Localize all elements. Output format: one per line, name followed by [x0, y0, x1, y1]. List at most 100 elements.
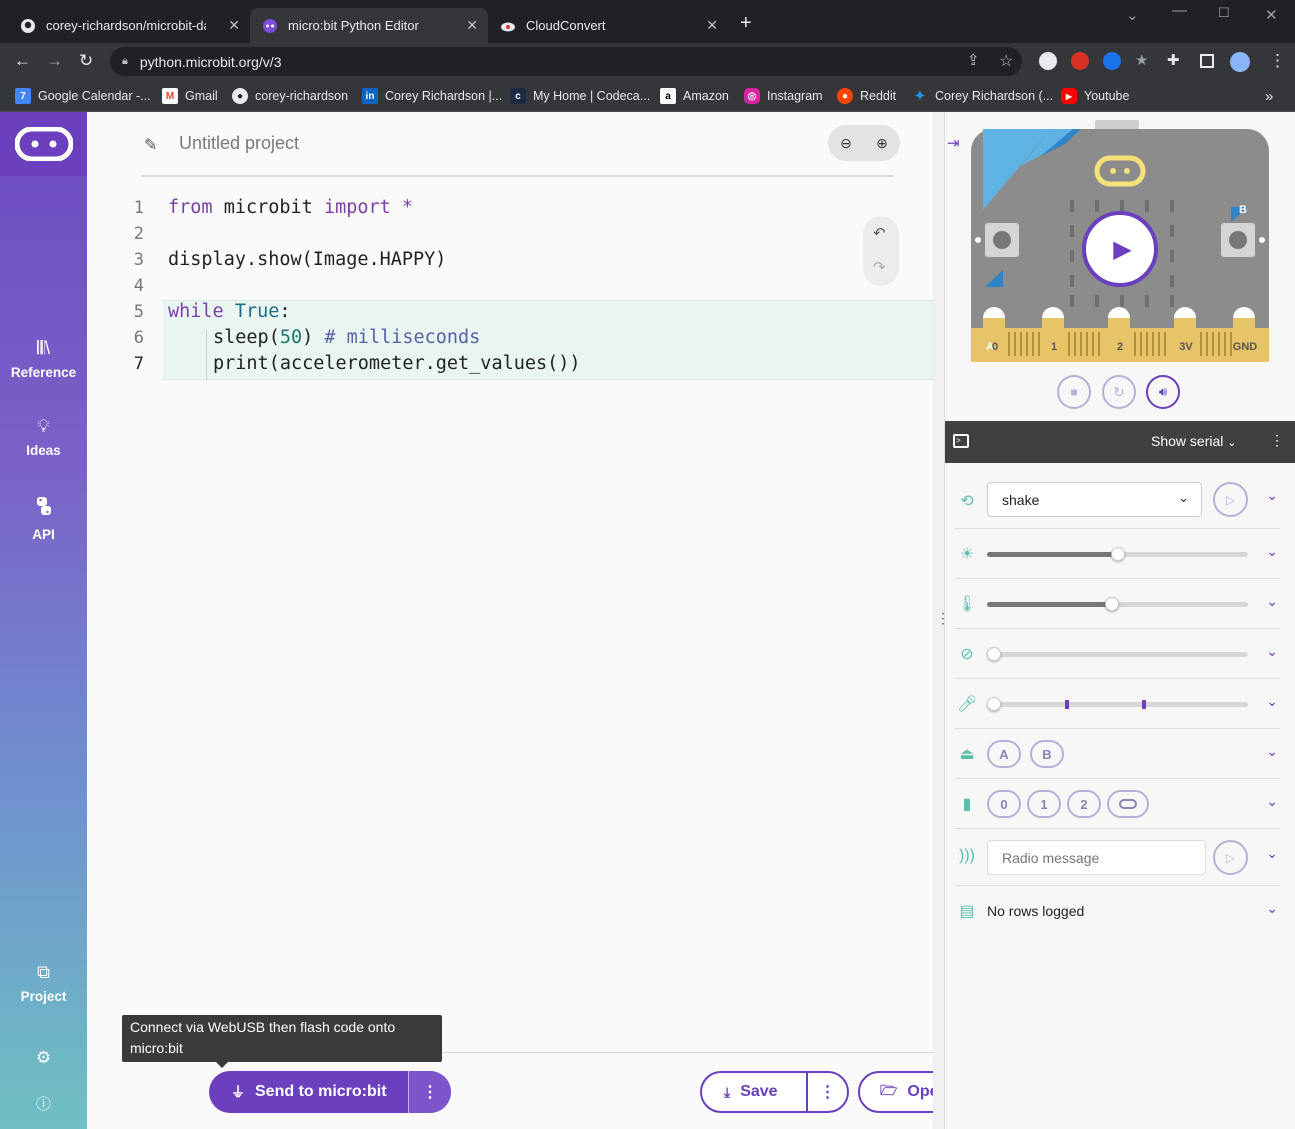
zoom-in-icon[interactable]: ⊕	[876, 135, 888, 152]
compass-slider[interactable]	[987, 647, 1248, 661]
pane-resize-handle[interactable]: ⋮	[933, 112, 950, 1129]
button-a-pill[interactable]: A	[987, 740, 1021, 768]
chevron-down-icon[interactable]: ⌄	[1266, 543, 1278, 560]
show-serial-button[interactable]: Show serial ⌄	[1151, 433, 1236, 449]
logo-touch-pill[interactable]	[1107, 790, 1149, 818]
microbit-logo[interactable]	[0, 112, 87, 176]
temperature-slider[interactable]	[987, 597, 1248, 611]
back-icon[interactable]: ←	[14, 51, 31, 71]
code-line-7[interactable]: print(accelerometer.get_values())	[213, 353, 581, 374]
reset-button[interactable]: ↻	[1102, 375, 1136, 409]
browser-tab-cloudconvert[interactable]: CloudConvert ✕	[488, 8, 728, 43]
browser-tab-github[interactable]: corey-richardson/microbit-data-l ✕	[8, 8, 250, 43]
bookmark-github[interactable]: ● corey-richardson	[232, 85, 348, 107]
sidebar-item-api[interactable]: API	[0, 496, 87, 542]
save-button[interactable]: ⤓ Save ⋮	[700, 1071, 849, 1113]
folder-open-icon: 🗁︎	[880, 1082, 898, 1098]
share-icon[interactable]: ⇪	[967, 51, 980, 69]
button-b-pill[interactable]: B	[1030, 740, 1064, 768]
close-tab-icon[interactable]: ✕	[706, 17, 718, 34]
chevron-down-icon[interactable]: ⌄	[1266, 793, 1278, 810]
radio-message-input[interactable]	[987, 840, 1206, 875]
bookmark-instagram[interactable]: ◎ Instagram	[744, 85, 823, 107]
bookmark-youtube[interactable]: ▶ Youtube	[1061, 85, 1129, 107]
undo-icon[interactable]: ↶	[873, 224, 886, 242]
sound-threshold-high[interactable]	[1142, 700, 1146, 709]
minimize-icon[interactable]: —	[1172, 2, 1187, 19]
bookmark-twitter[interactable]: ✦ Corey Richardson (...	[912, 85, 1054, 107]
more-bookmarks-icon[interactable]: »	[1265, 85, 1273, 107]
code-line-5[interactable]: while True:	[168, 301, 291, 322]
bookmark-linkedin[interactable]: in Corey Richardson |...	[362, 85, 502, 107]
extension-4-icon[interactable]: ★	[1135, 51, 1148, 69]
sound-level-slider[interactable]	[987, 697, 1248, 711]
new-tab-icon[interactable]: +	[740, 12, 752, 35]
extension-1-icon[interactable]	[1039, 52, 1057, 70]
slider-knob[interactable]	[1105, 597, 1120, 611]
help-icon[interactable]: ⓘ	[0, 1093, 87, 1114]
browser-menu-icon[interactable]: ⋮	[1269, 51, 1286, 71]
send-more-options-icon[interactable]: ⋮	[409, 1071, 451, 1113]
simulator-play-button[interactable]: ▶	[1082, 211, 1158, 287]
bookmark-google-calendar[interactable]: 7 Google Calendar -...	[15, 85, 151, 107]
line-number: 3	[133, 250, 144, 270]
stop-button[interactable]: ■	[1057, 375, 1091, 409]
pin-2-pill[interactable]: 2	[1067, 790, 1101, 818]
zoom-out-icon[interactable]: ⊖	[840, 135, 852, 152]
bookmark-star-icon[interactable]: ☆	[999, 51, 1013, 71]
chevron-down-icon[interactable]: ⌄	[1266, 643, 1278, 660]
tab-search-icon[interactable]: ⌄	[1126, 6, 1139, 24]
mute-button[interactable]: 🔊︎	[1146, 375, 1180, 409]
pin-1-pill[interactable]: 1	[1027, 790, 1061, 818]
slider-knob[interactable]	[987, 647, 1001, 661]
forward-icon[interactable]: →	[46, 51, 63, 71]
edit-project-name-icon[interactable]: ✎	[144, 135, 157, 155]
indent-guide	[206, 330, 207, 380]
chevron-down-icon[interactable]: ⌄	[1266, 743, 1278, 760]
code-line-6[interactable]: sleep(50) # milliseconds	[213, 327, 480, 348]
reload-icon[interactable]: ↻	[79, 51, 93, 71]
profile-avatar[interactable]	[1230, 52, 1250, 72]
project-name[interactable]: Untitled project	[179, 133, 299, 154]
sidebar-item-ideas[interactable]: 💡︎ Ideas	[0, 416, 87, 458]
slider-knob[interactable]	[1110, 547, 1125, 561]
code-line-1[interactable]: from microbit import *	[168, 197, 413, 218]
code-line-3[interactable]: display.show(Image.HAPPY)	[168, 249, 446, 270]
sound-threshold-low[interactable]	[1065, 700, 1069, 709]
chevron-down-icon[interactable]: ⌄	[1266, 845, 1278, 862]
extension-2-icon[interactable]	[1071, 52, 1089, 70]
send-gesture-button[interactable]: ▷	[1213, 482, 1248, 517]
bookmark-gmail[interactable]: M Gmail	[162, 85, 218, 107]
collapse-simulator-icon[interactable]: ⇥	[947, 134, 960, 152]
pin-0-pill[interactable]: 0	[987, 790, 1021, 818]
close-tab-icon[interactable]: ✕	[466, 17, 478, 34]
light-level-slider[interactable]	[987, 547, 1248, 561]
bookmark-codecademy[interactable]: c My Home | Codeca...	[510, 85, 650, 107]
speaker-icon: 🔊︎	[1158, 384, 1168, 399]
close-window-icon[interactable]: ✕	[1265, 6, 1278, 24]
bookmark-amazon[interactable]: a Amazon	[660, 85, 729, 107]
gesture-select[interactable]: shake ⌄	[987, 482, 1202, 517]
chevron-down-icon[interactable]: ⌄	[1266, 487, 1278, 504]
sidebar-item-reference[interactable]: 𝄃𝄃\ Reference	[0, 338, 87, 380]
chevron-down-icon[interactable]: ⌄	[1266, 593, 1278, 610]
maximize-icon[interactable]: ☐	[1218, 5, 1230, 21]
action-bar: ⏚ Send to micro:bit ⋮ ⤓ Save ⋮ 🗁︎ Open..…	[174, 1052, 1020, 1129]
extension-3-icon[interactable]	[1103, 52, 1121, 70]
settings-gear-icon[interactable]: ⚙	[0, 1048, 87, 1068]
sidebar-item-project[interactable]: ⧉ Project	[0, 962, 87, 1004]
redo-icon[interactable]: ↷	[873, 258, 886, 276]
side-panel-icon[interactable]	[1200, 54, 1214, 68]
close-tab-icon[interactable]: ✕	[228, 17, 240, 34]
save-more-options-icon[interactable]: ⋮	[808, 1073, 847, 1111]
bookmark-reddit[interactable]: ● Reddit	[837, 85, 896, 107]
extensions-puzzle-icon[interactable]: ✚	[1167, 51, 1180, 69]
url-bar[interactable]: 🔒︎ python.microbit.org/v/3	[110, 47, 1022, 76]
send-radio-button[interactable]: ▷	[1213, 840, 1248, 875]
slider-knob[interactable]	[987, 697, 1001, 711]
chevron-down-icon[interactable]: ⌄	[1266, 693, 1278, 710]
chevron-down-icon[interactable]: ⌄	[1266, 900, 1278, 917]
send-to-microbit-button[interactable]: ⏚ Send to micro:bit ⋮	[209, 1071, 451, 1113]
serial-menu-icon[interactable]: ⋮	[1270, 432, 1284, 449]
browser-tab-microbit[interactable]: micro:bit Python Editor ✕	[250, 8, 488, 43]
